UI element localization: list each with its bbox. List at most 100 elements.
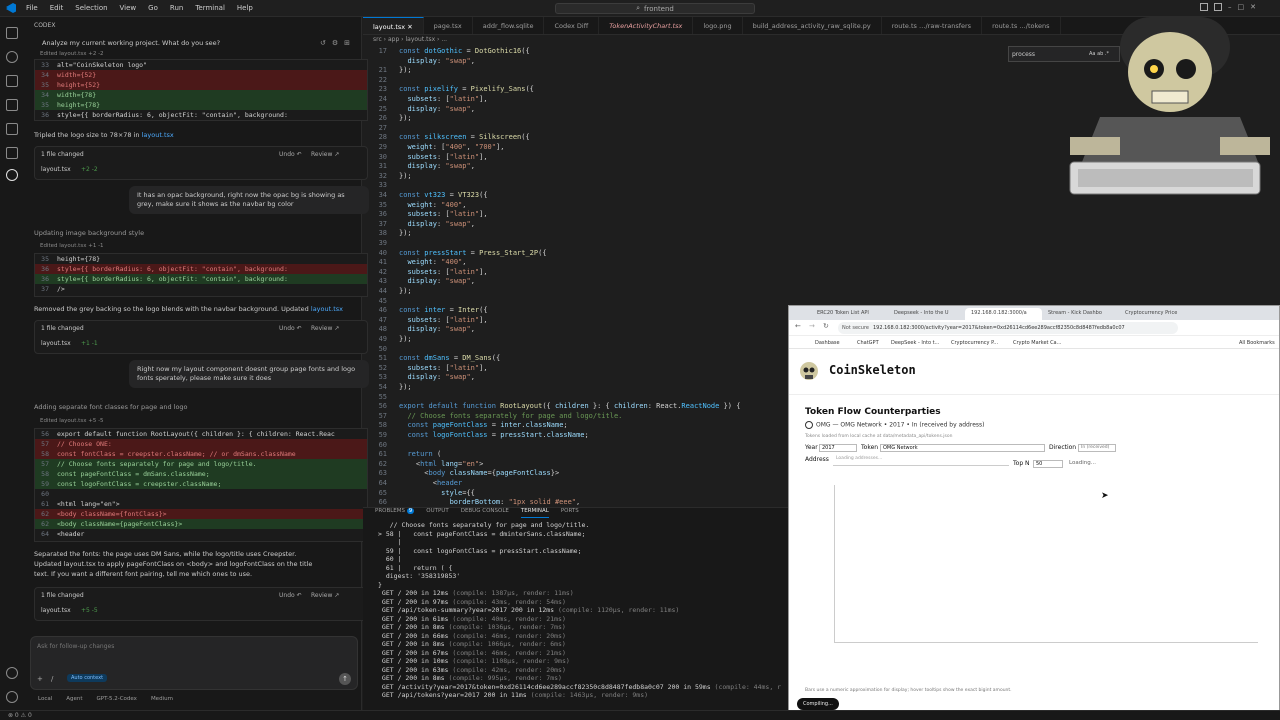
browser-tabs: ERC20 Token List API Deepseek - Into the… [789,306,1279,320]
bookmark[interactable]: DeepSeek - Into t... [891,340,939,346]
topn-input[interactable]: 50 [1033,460,1063,468]
changed-file[interactable]: layout.tsx [41,607,71,614]
menu-selection[interactable]: Selection [69,4,113,12]
add-context-icon[interactable]: + [37,675,43,683]
direction-select[interactable]: In (received) [1078,444,1116,452]
diff-line: 58 const pageFontClass = dmSans.classNam… [35,469,367,479]
run-debug-icon[interactable] [6,99,18,111]
menu-edit[interactable]: Edit [44,4,70,12]
model-selector[interactable]: GPT-5.2-Codex [97,696,137,702]
undo-button[interactable]: Undo ↶ [279,325,302,332]
effort-selector[interactable]: Medium [151,696,173,702]
terminal-line-text: GET /activity?year=2017&token=0xd26114cd… [378,682,711,691]
tab-addr-flow[interactable]: addr_flow.sqlite [473,17,545,34]
line-number: 64 [41,530,49,538]
tab-output[interactable]: OUTPUT [426,508,448,518]
breadcrumb[interactable]: src › app › layout.tsx › ... [373,36,447,46]
mention-icon[interactable]: / [51,675,53,683]
bookmark[interactable]: Crypto Market Ca... [1013,340,1061,346]
search-icon[interactable] [6,51,18,63]
file-link[interactable]: layout.tsx [311,305,343,313]
tab-route-raw[interactable]: route.ts …/raw-transfers [882,17,983,34]
files-changed-label: 1 file changed [41,151,84,158]
tab-page[interactable]: page.tsx [424,17,473,34]
close-icon[interactable]: ✕ [407,23,412,31]
changed-file[interactable]: layout.tsx [41,166,71,173]
reload-icon[interactable]: ↻ [823,322,829,330]
review-button[interactable]: Review ↗ [311,151,339,158]
code-line: 43 display: "swap", [363,276,783,286]
edit-label[interactable]: Edited layout.tsx +1 -1 [40,243,104,249]
close-icon[interactable]: ✕ [1250,3,1256,11]
line-number: 55 [378,392,387,401]
codex-icon[interactable] [6,169,18,181]
tab-debug-console[interactable]: DEBUG CONSOLE [461,508,509,518]
address-select[interactable]: Loading addresses... [833,456,1009,466]
code-line: 33 [363,180,783,190]
account-icon[interactable] [6,667,18,679]
brand-title[interactable]: CoinSkeleton [829,363,916,377]
chat-input[interactable]: Ask for follow-up changes + / Auto conte… [30,636,358,690]
send-icon[interactable]: ↑ [339,673,351,685]
browser-tab[interactable]: Stream - Kick Dashbo [1042,308,1119,320]
browser-tab-active[interactable]: 192.168.0.182:3000/a [965,308,1042,320]
review-button[interactable]: Review ↗ [311,325,339,332]
review-button[interactable]: Review ↗ [311,592,339,599]
all-bookmarks[interactable]: All Bookmarks [1239,340,1275,346]
token-select[interactable]: OMG Network [880,444,1045,452]
line-number: 66 [378,498,387,507]
changed-file[interactable]: layout.tsx [41,340,71,347]
tab-layout[interactable]: layout.tsx ✕ [363,17,424,34]
undo-button[interactable]: Undo ↶ [279,592,302,599]
file-link[interactable]: layout.tsx [142,131,174,139]
tab-build-address[interactable]: build_address_activity_raw_sqlite.py [743,17,882,34]
address-bar[interactable]: Not secure 192.168.0.182:3000/activity?ye… [838,322,1178,334]
menu-run[interactable]: Run [164,4,189,12]
new-chat-icon[interactable]: ⊞ [344,39,350,47]
browser-tab[interactable]: Cryptocurrency Price [1119,308,1196,320]
back-icon[interactable]: ← [795,322,801,330]
menu-file[interactable]: File [20,4,44,12]
tab-logo[interactable]: logo.png [693,17,743,34]
bookmark[interactable]: Cryptocurrency P... [951,340,998,346]
browser-tab[interactable]: Deepseek - Into the U [888,308,965,320]
tab-route-tokens[interactable]: route.ts …/tokens [982,17,1061,34]
tab-token-activity-chart[interactable]: TokenActivityChart.tsx [599,17,694,34]
chart-area [834,485,1258,643]
tab-codex-diff[interactable]: Codex Diff [544,17,600,34]
diff-line-text: alt="CoinSkeleton logo" [57,61,148,69]
tab-ports[interactable]: PORTS [561,508,579,518]
settings-gear-icon[interactable] [6,691,18,703]
settings-icon[interactable]: ⚙ [332,39,338,47]
year-select[interactable]: 2017 [819,444,857,452]
local-selector[interactable]: Local [38,696,52,702]
panel-icon[interactable] [1214,3,1222,11]
forward-icon[interactable]: → [809,322,815,330]
edit-label[interactable]: Edited layout.tsx +2 -2 [40,51,104,57]
testing-icon[interactable] [6,147,18,159]
menu-view[interactable]: View [114,4,143,12]
layout-icon[interactable] [1200,3,1208,11]
agent-selector[interactable]: Agent [66,696,82,702]
auto-context-chip[interactable]: Auto context [67,674,108,682]
source-control-icon[interactable] [6,75,18,87]
menu-help[interactable]: Help [231,4,259,12]
undo-button[interactable]: Undo ↶ [279,151,302,158]
code-line: 64 <header [363,478,783,488]
maximize-icon[interactable]: □ [1238,3,1245,11]
tab-terminal[interactable]: TERMINAL [520,508,549,518]
bookmark[interactable]: ChatGPT [857,340,879,346]
history-icon[interactable]: ↺ [320,39,326,47]
menu-terminal[interactable]: Terminal [189,4,231,12]
minimize-icon[interactable]: – [1228,3,1232,11]
extensions-icon[interactable] [6,123,18,135]
edit-label[interactable]: Edited layout.tsx +5 -5 [40,418,104,424]
browser-tab[interactable]: ERC20 Token List API [811,308,888,320]
explorer-icon[interactable] [6,27,18,39]
find-input[interactable]: process [1012,51,1035,58]
menu-go[interactable]: Go [142,4,164,12]
problems-status[interactable]: ⊗ 0 ⚠ 0 [8,712,32,719]
command-center[interactable]: ⌕ frontend [555,3,755,14]
tab-problems[interactable]: PROBLEMS 9 [375,508,415,518]
bookmark[interactable]: Dashbase [815,340,840,346]
